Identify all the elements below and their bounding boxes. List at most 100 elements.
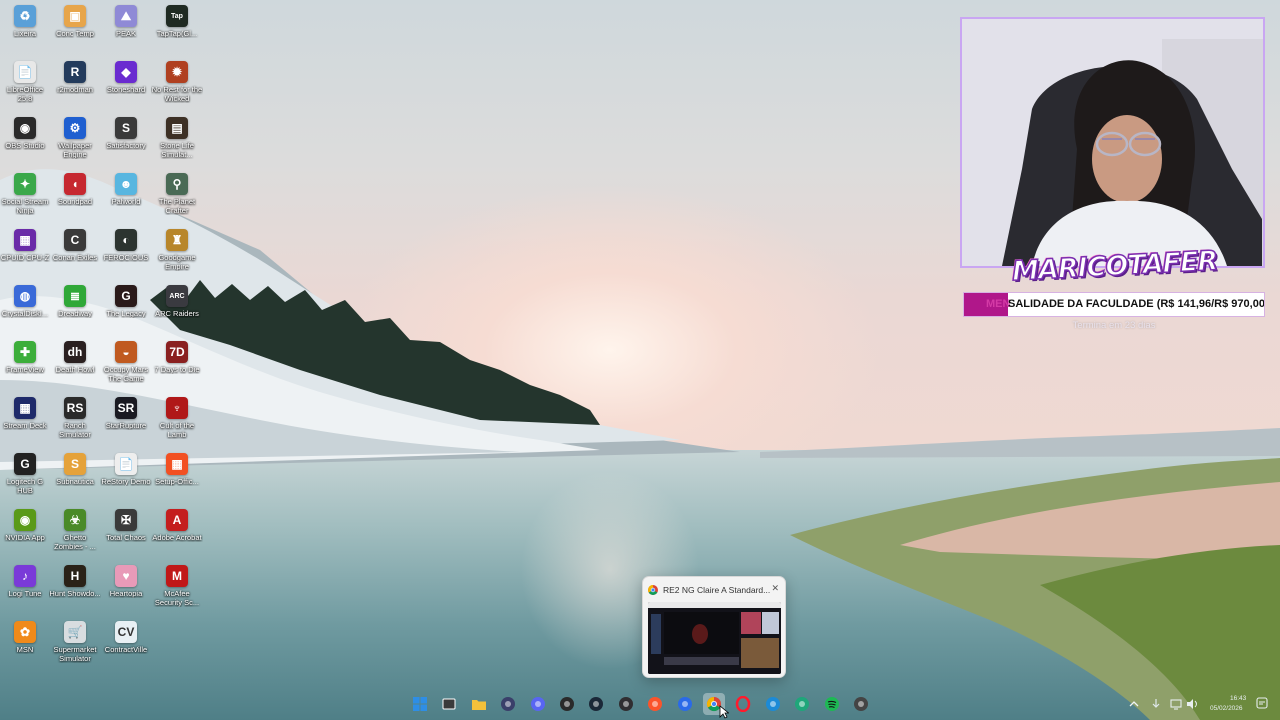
desktop-icon[interactable]: CV ContractVille xyxy=(101,616,151,668)
desktop-icon[interactable]: ✿ MSN xyxy=(0,616,50,668)
show-hidden-icons-chevron-icon[interactable] xyxy=(1128,698,1140,710)
desktop-icon[interactable]: ◆ Stoneshard xyxy=(101,56,151,108)
desktop-icon-label: The Legacy xyxy=(106,309,146,318)
desktop-icon[interactable]: A Adobe Acrobat xyxy=(152,504,202,556)
ranch-simulator-icon: RS xyxy=(64,397,86,419)
desktop-icon[interactable]: ▤ Stone Life Simulat... xyxy=(152,112,202,164)
edge-dev-button[interactable] xyxy=(791,693,813,715)
desktop-icon[interactable]: ◍ CrystalDiskI... xyxy=(0,280,50,332)
desktop-icon[interactable]: M McAfee Security Sc... xyxy=(152,560,202,612)
tray-app-icon[interactable] xyxy=(1150,698,1162,710)
task-view-button[interactable] xyxy=(438,693,460,715)
desktop-icon[interactable]: ARC ARC Raiders xyxy=(152,280,202,332)
brave-icon xyxy=(648,697,662,711)
desktop-icon[interactable]: Tap TapTap(Gl... xyxy=(152,0,202,52)
desktop-icon-label: Logitech G HUB xyxy=(6,477,44,495)
app-button-1[interactable] xyxy=(497,693,519,715)
soundpad-icon: ◖ xyxy=(64,173,86,195)
desktop-icon[interactable]: ☻ Palworld xyxy=(101,168,151,220)
desktop-icon[interactable]: 7D 7 Days to Die xyxy=(152,336,202,388)
desktop-icon[interactable]: ⚲ The Planet Crafter xyxy=(152,168,202,220)
settings-button[interactable] xyxy=(850,693,872,715)
desktop-icon-label: Total Chaos xyxy=(106,533,146,542)
start-button[interactable] xyxy=(409,693,431,715)
desktop-icon[interactable]: SR StarRupture xyxy=(101,392,151,444)
epic-games-button[interactable] xyxy=(556,693,578,715)
desktop-icon[interactable]: 🛒 Supermarket Simulator xyxy=(50,616,100,668)
brave-button[interactable] xyxy=(644,693,666,715)
desktop-icon[interactable]: ▦ Stream Deck xyxy=(0,392,50,444)
clock-date[interactable]: 05/02/2026 xyxy=(1210,705,1243,712)
desktop-icon[interactable]: ✠ Total Chaos xyxy=(101,504,151,556)
desktop-icon[interactable]: ◉ NVIDIA App xyxy=(0,504,50,556)
desktop-icon[interactable]: ♻ Lixeira xyxy=(0,0,50,52)
opera-button[interactable] xyxy=(732,693,754,715)
app-button-2[interactable] xyxy=(674,693,696,715)
desktop-icon-label: Stone Life Simulat... xyxy=(160,141,194,159)
clock-time[interactable]: 16:43 xyxy=(1230,695,1246,702)
desktop-icon[interactable]: ◐ FEROCIOUS xyxy=(101,224,151,276)
wallpaper-engine-icon: ⚙ xyxy=(64,117,86,139)
spotify-icon xyxy=(825,697,839,711)
desktop-icon[interactable]: C Conan Exiles xyxy=(50,224,100,276)
steam-icon xyxy=(589,697,603,711)
desktop-icon[interactable]: G Logitech G HUB xyxy=(0,448,50,500)
palworld-icon: ☻ xyxy=(115,173,137,195)
desktop-icon[interactable]: ☣ Ghetto Zombies - ... xyxy=(50,504,100,556)
desktop-icon[interactable]: ≣ Dreadway xyxy=(50,280,100,332)
volume-icon[interactable] xyxy=(1186,698,1198,710)
file-explorer-button[interactable] xyxy=(468,693,490,715)
desktop-icon[interactable]: RS Ranch Simulator xyxy=(50,392,100,444)
desktop-icon-label: Death Howl xyxy=(55,365,95,374)
desktop-icon-label: McAfee Security Sc... xyxy=(154,589,200,607)
stoneshard-icon: ◆ xyxy=(115,61,137,83)
desktop-icon[interactable]: S Satisfactory xyxy=(101,112,151,164)
desktop-icon-label: Occupy Mars The Game xyxy=(103,365,149,383)
desktop-icon[interactable]: ♜ Goodgame Empire xyxy=(152,224,202,276)
desktop-icon[interactable]: ⛰ PEAK xyxy=(101,0,151,52)
desktop-icon-label: LibreOffice 25.8 xyxy=(6,85,44,103)
desktop-icon[interactable]: ◉ OBS Studio xyxy=(0,112,50,164)
desktop-icon[interactable]: ✚ FrameView xyxy=(0,336,50,388)
desktop-icon[interactable]: H Hunt Showdo... xyxy=(49,560,101,612)
preview-close-button[interactable]: ✕ xyxy=(771,583,779,594)
steam-button[interactable] xyxy=(585,693,607,715)
desktop-icon[interactable]: ◖ Soundpad xyxy=(50,168,100,220)
webcam-person-image xyxy=(962,19,1263,266)
desktop-icon[interactable]: ▦ CPUID CPU-Z xyxy=(0,224,50,276)
windows-icon xyxy=(413,697,427,711)
desktop-icon[interactable]: 📄 ReStory Demo xyxy=(101,448,151,500)
desktop-icon[interactable]: dh Death Howl xyxy=(50,336,100,388)
goodgame-icon: ♜ xyxy=(166,229,188,251)
desktop-icon[interactable]: ♪ Logi Tune xyxy=(0,560,50,612)
desktop-icon[interactable]: ✦ Social Stream Ninja xyxy=(0,168,50,220)
spotify-button[interactable] xyxy=(821,693,843,715)
donation-goal-subtitle: Termina em 23 dias xyxy=(1072,320,1156,331)
desktop-icon[interactable]: G The Legacy xyxy=(101,280,151,332)
obs-button[interactable] xyxy=(615,693,637,715)
restory-icon: 📄 xyxy=(115,453,137,475)
taskbar-window-preview[interactable]: RE2 NG Claire A Standard... ✕ xyxy=(642,576,786,678)
desktop-icon[interactable]: ▣ Conc Temp xyxy=(50,0,100,52)
desktop-icon[interactable]: ◒ Occupy Mars The Game xyxy=(101,336,151,388)
edge-button[interactable] xyxy=(762,693,784,715)
desktop-icon[interactable]: ✹ No Rest for the Wicked xyxy=(152,56,202,108)
desktop-icon[interactable]: Rr2modman xyxy=(50,56,100,108)
obs-icon xyxy=(619,697,633,711)
desktop-icon[interactable]: ⚙ Wallpaper Engine xyxy=(50,112,100,164)
notification-icon[interactable] xyxy=(1256,697,1268,709)
desktop-icon[interactable]: ♆ Cult of the Lamb xyxy=(152,392,202,444)
desktop-icon[interactable]: ▦ Setup-Offic... xyxy=(152,448,202,500)
desktop-icon[interactable]: S Subnautica xyxy=(50,448,100,500)
edge-icon xyxy=(766,697,780,711)
epic-games-icon xyxy=(560,697,574,711)
social-stream-icon: ✦ xyxy=(14,173,36,195)
preview-thumbnail[interactable] xyxy=(648,602,781,674)
msn-icon: ✿ xyxy=(14,621,36,643)
7-days-icon: 7D xyxy=(166,341,188,363)
network-icon[interactable] xyxy=(1170,698,1182,710)
discord-button[interactable] xyxy=(527,693,549,715)
desktop-icon[interactable]: 📄 LibreOffice 25.8 xyxy=(0,56,50,108)
desktop-icon[interactable]: ♥ Heartopia xyxy=(101,560,151,612)
webcam-overlay xyxy=(960,17,1265,268)
